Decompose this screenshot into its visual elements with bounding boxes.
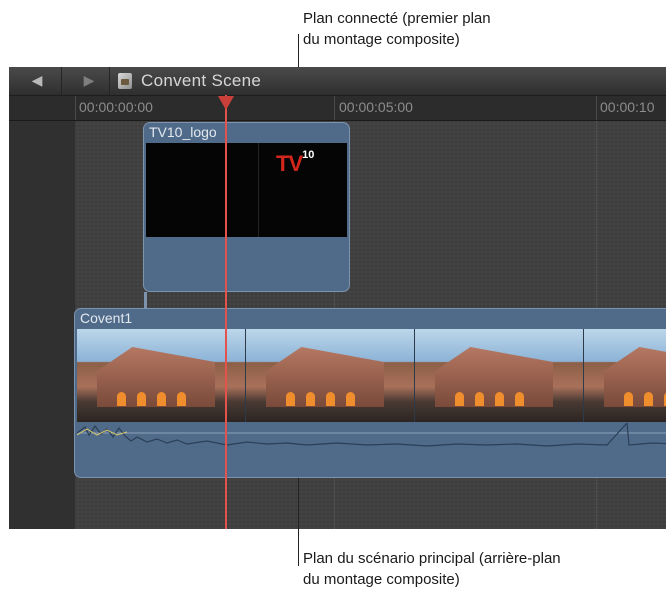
back-arrow-icon[interactable]: ◀ [17,67,57,95]
callout-primary-leader [298,478,299,566]
ruler-timecode-2: 00:00:10 [600,99,655,115]
audio-waveform [77,423,666,447]
ruler-tick [334,96,335,120]
project-clapper-icon [118,73,132,89]
tv10-logo-number: 10 [302,149,315,161]
filmstrip-frame [584,329,666,422]
toolbar-separator [61,67,62,95]
callout-connected-line2: du montage composite) [303,31,460,48]
primary-clip-name: Covent1 [80,310,133,326]
callout-primary-line2: du montage composite) [303,571,460,588]
ruler-timecode-0: 00:00:00:00 [79,99,153,115]
forward-glyph: ▶ [83,73,95,89]
filmstrip-frame [415,329,584,422]
ruler-timecode-1: 00:00:05:00 [339,99,413,115]
callout-primary-clip: Plan du scénario principal (arrière-plan… [303,548,561,590]
timeline-left-gutter [9,96,75,529]
ruler-tick [75,96,76,120]
primary-storyline-clip[interactable]: Covent1 [74,308,666,478]
project-title[interactable]: Convent Scene [141,71,261,91]
clip-frame-divider [258,143,259,237]
timeline-ruler[interactable]: 00:00:00:00 00:00:05:00 00:00:10 [9,96,666,121]
tv10-logo: TV10 [276,149,315,177]
connected-clip-thumbnail: TV10 [146,143,347,237]
back-glyph: ◀ [31,73,43,89]
playhead-handle[interactable] [218,96,234,110]
tv10-logo-letters: TV [276,151,303,176]
toolbar-separator [109,67,110,95]
timeline-toolbar: ◀ ▶ Convent Scene [9,67,666,96]
callout-primary-line1: Plan du scénario principal (arrière-plan [303,550,561,567]
timeline-editor: ◀ ▶ Convent Scene 00:00:00:00 00:00:05:0… [9,67,666,529]
playhead-line[interactable] [225,95,227,529]
connected-clip[interactable]: TV10_logo TV10 [143,122,350,292]
ruler-tick [596,96,597,120]
filmstrip-frame [246,329,415,422]
callout-connected-line1: Plan connecté (premier plan [303,10,491,27]
filmstrip-frame [77,329,246,422]
forward-arrow-icon[interactable]: ▶ [69,67,109,95]
connected-clip-name: TV10_logo [149,124,217,140]
callout-connected-clip: Plan connecté (premier plan du montage c… [303,8,491,50]
filmstrip [77,329,666,422]
